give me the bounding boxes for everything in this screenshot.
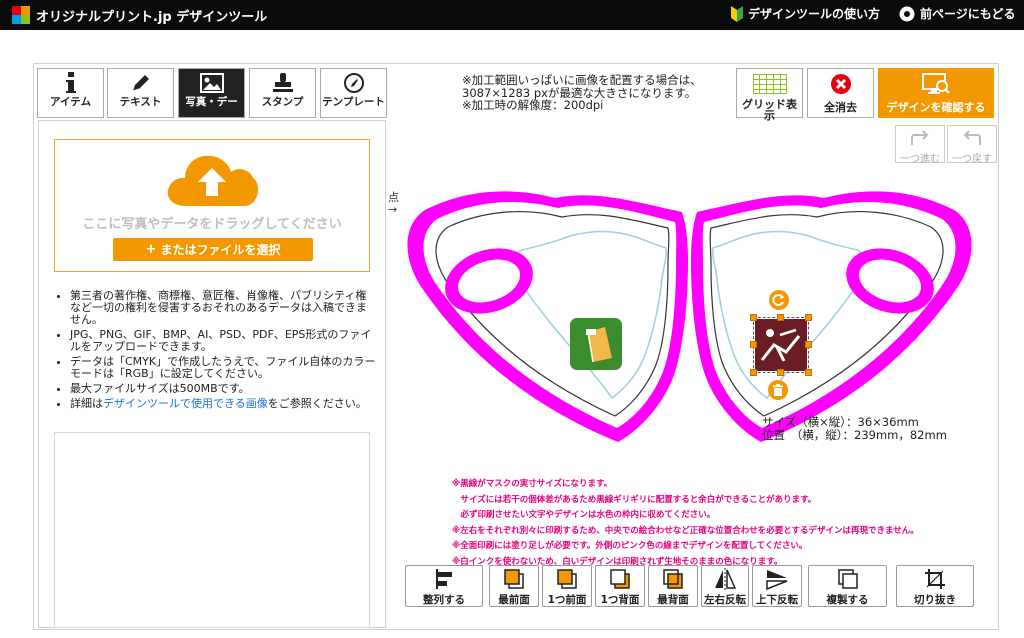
resize-handle-tl[interactable] bbox=[750, 314, 757, 321]
flip-vertical-label: 上下反転 bbox=[756, 594, 798, 606]
flip-horizontal-label: 左右反転 bbox=[704, 594, 746, 606]
send-to-back-button[interactable]: 最背面 bbox=[648, 565, 698, 607]
delete-trash-icon[interactable] bbox=[767, 379, 789, 401]
resize-handle-t[interactable] bbox=[777, 314, 784, 321]
selection-box[interactable] bbox=[753, 317, 809, 373]
align-label: 整列する bbox=[423, 594, 465, 606]
align-icon bbox=[436, 569, 452, 589]
bring-front-icon bbox=[504, 569, 524, 589]
resize-handle-bl[interactable] bbox=[750, 369, 757, 376]
send-back-icon bbox=[663, 569, 683, 589]
resize-handle-tr[interactable] bbox=[805, 314, 812, 321]
flip-vertical-icon bbox=[766, 570, 788, 590]
object-size-position: サイズ（横×縦）：36×36mm 位置 （横，縦）：239mm，82mm bbox=[762, 416, 947, 442]
bring-forward-button[interactable]: 1つ前面 bbox=[542, 565, 592, 607]
bring-forward-icon bbox=[557, 569, 577, 589]
bring-to-front-button[interactable]: 最前面 bbox=[489, 565, 539, 607]
resize-handle-l[interactable] bbox=[750, 341, 757, 348]
warning-line: ※黒線がマスクの実寸サイズになります。 bbox=[452, 479, 613, 489]
duplicate-label: 複製する bbox=[826, 594, 869, 606]
warning-line: ※左右をそれぞれ別々に印刷するため、中央での絵合わせなど正確な位置合わせを必要と… bbox=[452, 525, 919, 536]
flip-horizontal-button[interactable]: 左右反転 bbox=[701, 565, 749, 607]
flip-vertical-button[interactable]: 上下反転 bbox=[752, 565, 802, 607]
position-readout: 位置 （横，縦）：239mm，82mm bbox=[762, 428, 947, 442]
print-warnings: ※黒線がマスクの実寸サイズになります。 サイズには若干の個体差があるため黒線ギリ… bbox=[452, 477, 972, 567]
bring-forward-label: 1つ前面 bbox=[547, 594, 587, 606]
align-button[interactable]: 整列する bbox=[405, 565, 483, 607]
send-backward-button[interactable]: 1つ背面 bbox=[595, 565, 645, 607]
duplicate-button[interactable]: 複製する bbox=[808, 565, 887, 607]
crop-label: 切り抜き bbox=[914, 594, 956, 606]
resize-handle-r[interactable] bbox=[805, 341, 812, 348]
resize-handle-b[interactable] bbox=[777, 369, 784, 376]
bring-to-front-label: 最前面 bbox=[498, 594, 530, 606]
crop-icon bbox=[925, 569, 945, 589]
flip-horizontal-icon bbox=[715, 568, 737, 590]
warning-line: ※全面印刷には塗り足しが必要です。外側のピンク色の線までデザインを配置してくださ… bbox=[452, 541, 808, 551]
crop-button[interactable]: 切り抜き bbox=[896, 565, 974, 607]
send-to-back-label: 最背面 bbox=[657, 594, 689, 606]
resize-handle-br[interactable] bbox=[805, 369, 812, 376]
send-backward-icon bbox=[610, 569, 630, 589]
duplicate-icon bbox=[837, 569, 858, 589]
warning-line: サイズには若干の個体差があるため黒線ギリギリに配置すると余白ができることがありま… bbox=[452, 494, 817, 505]
warning-line: 必ず印刷させたい文字やデザインは水色の枠内に収めてください。 bbox=[452, 510, 716, 520]
mask-right bbox=[691, 191, 972, 442]
placed-image-green[interactable] bbox=[570, 318, 622, 370]
mask-left bbox=[407, 191, 688, 442]
send-backward-label: 1つ背面 bbox=[600, 594, 640, 606]
rotate-handle-icon[interactable] bbox=[768, 289, 790, 311]
